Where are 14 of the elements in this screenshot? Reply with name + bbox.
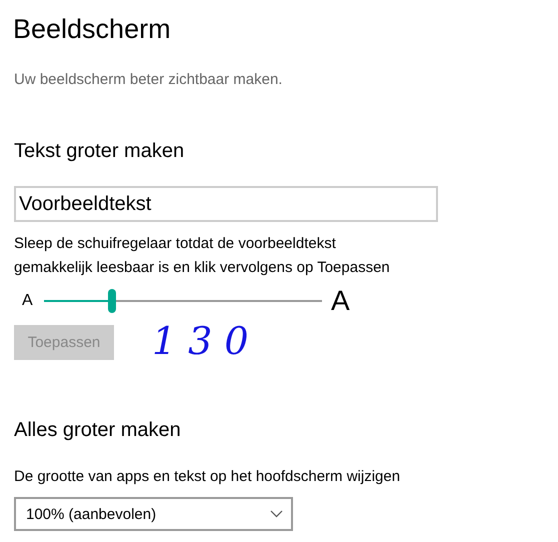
small-a-label: A — [22, 292, 34, 310]
page-title: Beeldscherm — [13, 13, 172, 46]
section-heading: Tekst groter maken — [14, 139, 186, 164]
section-heading: Alles groter maken — [14, 418, 182, 443]
scale-label: De grootte van apps en tekst op het hoofdscherm wijzigen — [14, 467, 402, 487]
page-subtitle: Uw beeldscherm beter zichtbaar maken. — [14, 70, 284, 90]
chevron-down-icon — [270, 510, 283, 518]
scale-dropdown[interactable]: 100% (aanbevolen) — [14, 497, 293, 531]
preview-field[interactable]: Voorbeeldtekst — [14, 186, 438, 222]
slider-instructions: Sleep de schuifregelaar totdat de voorbeeldtekst gemakkelijk leesbaar is en klik vervolgens op Toepassen — [14, 234, 391, 278]
large-a-label: A — [331, 285, 350, 317]
slider-thumb[interactable] — [108, 289, 116, 313]
text-size-slider[interactable] — [44, 289, 322, 313]
handwritten-note: 130 — [152, 318, 261, 365]
